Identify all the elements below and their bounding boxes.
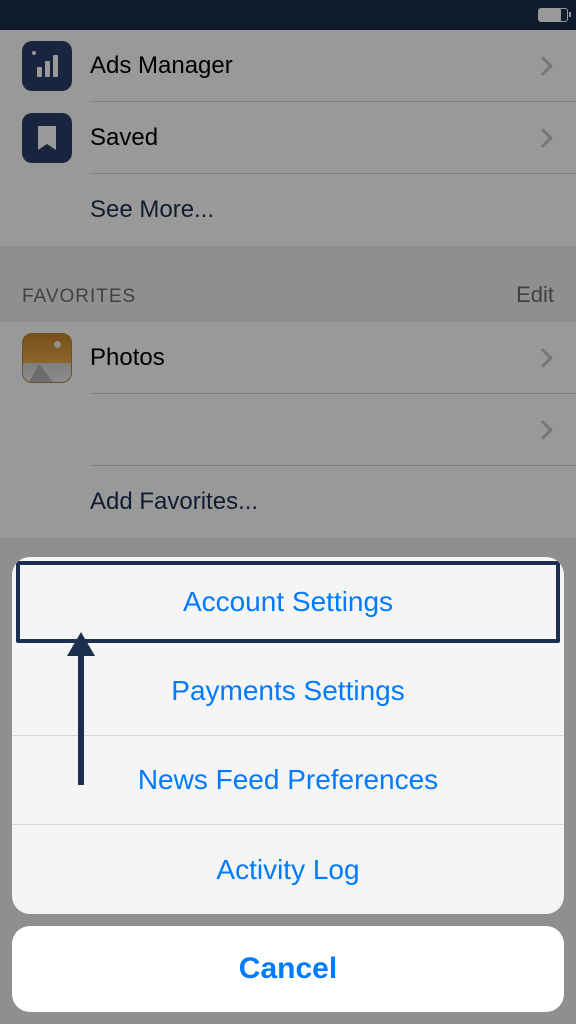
cancel-button[interactable]: Cancel	[12, 926, 564, 1012]
option-account-settings[interactable]: Account Settings	[16, 561, 560, 643]
action-sheet-options: Account Settings Payments Settings News …	[12, 557, 564, 914]
arrow-annotation-icon	[78, 650, 84, 785]
option-payments-settings[interactable]: Payments Settings	[12, 647, 564, 736]
action-sheet: Account Settings Payments Settings News …	[0, 545, 576, 1024]
option-news-feed-preferences[interactable]: News Feed Preferences	[12, 736, 564, 825]
option-activity-log[interactable]: Activity Log	[12, 825, 564, 914]
